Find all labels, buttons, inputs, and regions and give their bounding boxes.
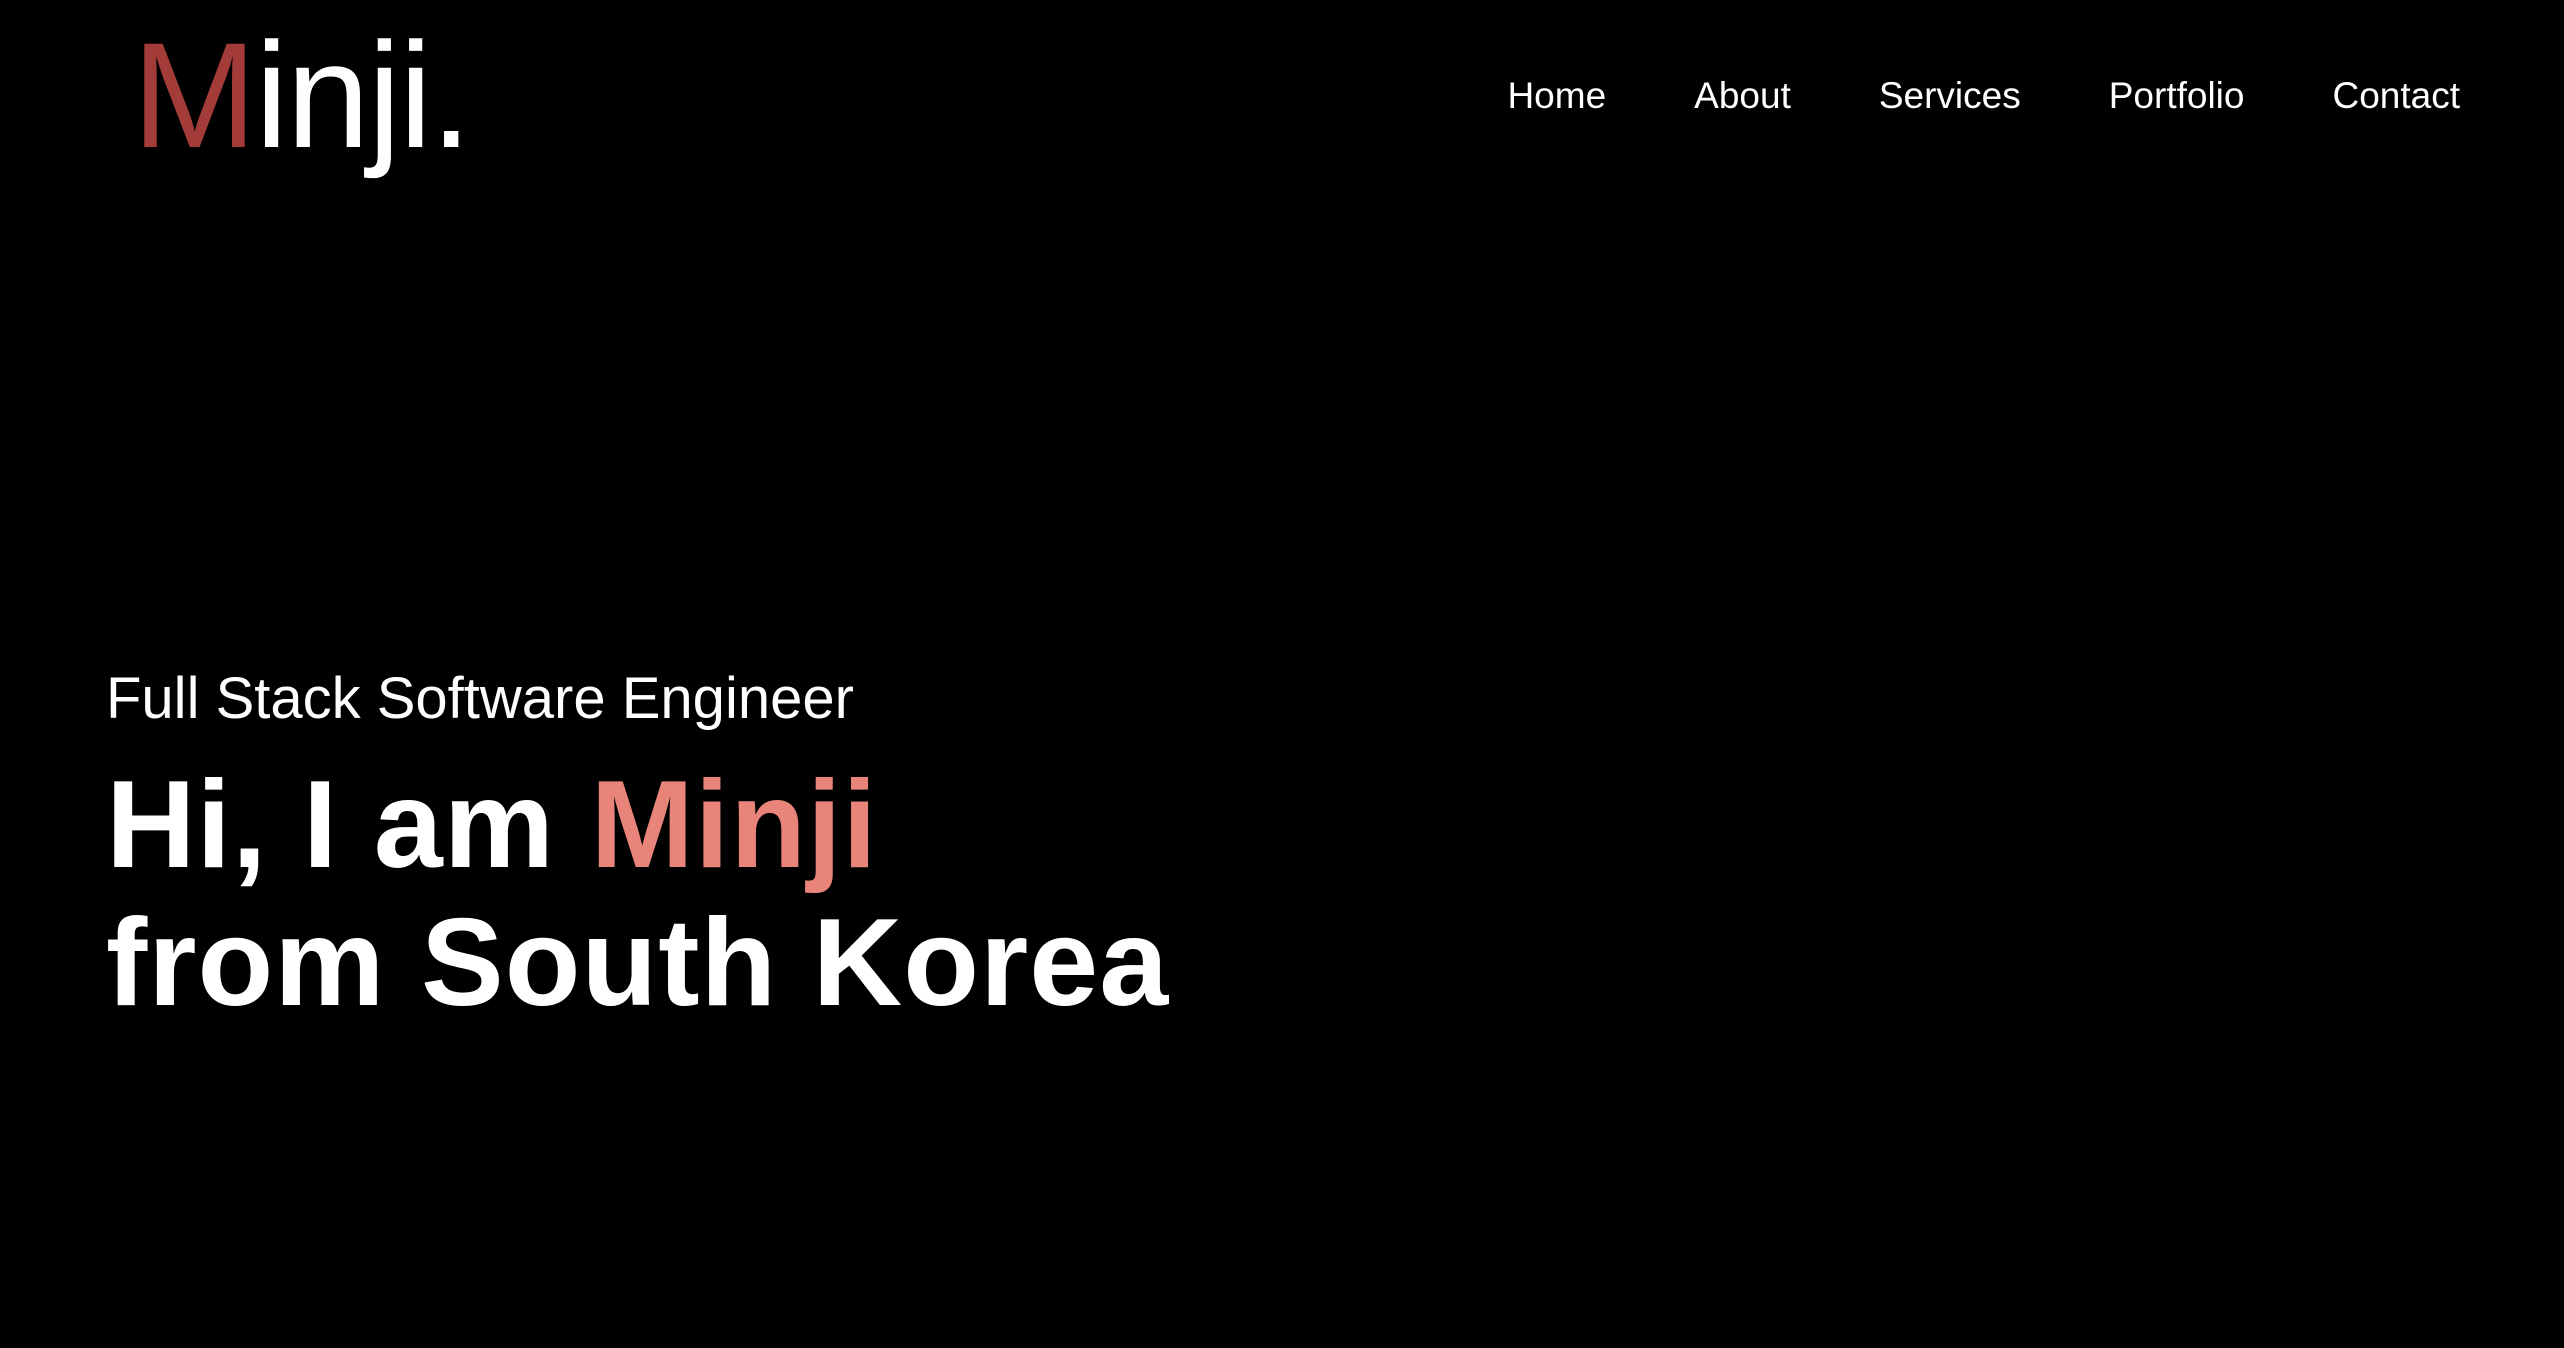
- nav-link-home[interactable]: Home: [1507, 66, 1606, 126]
- hero-greeting: Hi, I am: [106, 756, 591, 894]
- nav-item-home: Home: [1507, 66, 1606, 126]
- logo-text: inji.: [254, 11, 472, 179]
- nav-item-services: Services: [1879, 66, 2021, 126]
- nav-item-about: About: [1694, 66, 1791, 126]
- nav-link-portfolio[interactable]: Portfolio: [2109, 66, 2245, 126]
- nav-link-contact[interactable]: Contact: [2332, 66, 2460, 126]
- logo-accent-letter: M: [132, 11, 257, 179]
- main-navigation: Home About Services Portfolio Contact: [1507, 66, 2460, 126]
- hero-name: Minji: [590, 756, 878, 894]
- hero-section: Full Stack Software Engineer Hi, I am Mi…: [106, 650, 1169, 1032]
- nav-link-services[interactable]: Services: [1879, 66, 2021, 126]
- hero-subtitle: Full Stack Software Engineer: [106, 666, 854, 731]
- hero-origin: from South Korea: [106, 894, 1170, 1032]
- site-logo[interactable]: Minji.: [132, 0, 472, 190]
- nav-link-about[interactable]: About: [1694, 66, 1791, 126]
- hero-title: Hi, I am Minji from South Korea: [106, 756, 1169, 1032]
- nav-item-portfolio: Portfolio: [2109, 66, 2245, 126]
- nav-item-contact: Contact: [2332, 66, 2460, 126]
